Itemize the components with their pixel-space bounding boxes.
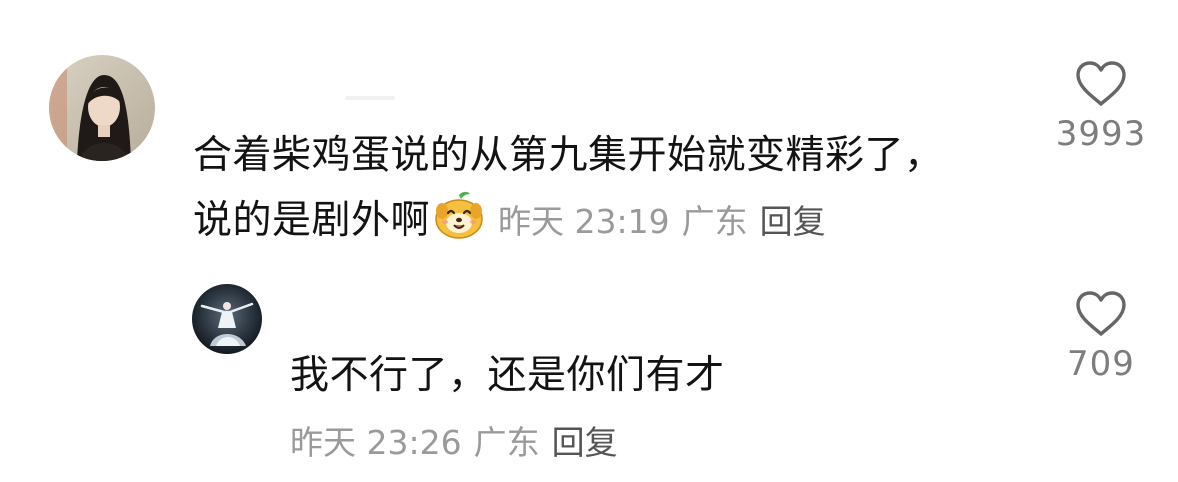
avatar-image [192, 284, 262, 354]
reply-button[interactable]: 回复 [760, 202, 826, 241]
comment-time: 昨天 23:26 [290, 423, 462, 462]
like-button[interactable]: 3993 [1041, 60, 1161, 154]
comment-meta: 昨天 23:26 广东 回复 [290, 418, 618, 468]
comment-text-line-with-meta: 说的是剧外啊 昨天 23:19 广东 回复 [193, 188, 1023, 254]
avatar-image [49, 55, 155, 161]
comment-text-line: 说的是剧外啊 [193, 198, 431, 243]
like-count: 709 [1067, 344, 1135, 384]
user-avatar[interactable] [192, 284, 262, 354]
comment-time: 昨天 23:19 [498, 202, 670, 241]
heart-icon [1076, 61, 1126, 106]
comment-text-line: 合着柴鸡蛋说的从第九集开始就变精彩了， [193, 133, 944, 178]
like-button[interactable]: 709 [1041, 290, 1161, 384]
like-count: 3993 [1055, 114, 1147, 154]
heart-icon [1076, 291, 1126, 336]
smiling-dog-emoji-icon [432, 189, 486, 243]
comment-meta: 昨天 23:19 广东 回复 [498, 202, 826, 241]
reply-text[interactable]: 我不行了，还是你们有才 [290, 347, 725, 405]
faint-mark [345, 96, 395, 100]
comment-text[interactable]: 合着柴鸡蛋说的从第九集开始就变精彩了， 说的是剧外啊 昨天 23:19 广东 回复 [193, 123, 1023, 254]
reply-button[interactable]: 回复 [552, 423, 618, 462]
comment-location: 广东 [681, 202, 748, 241]
comment-location: 广东 [473, 423, 540, 462]
user-avatar[interactable] [49, 55, 155, 161]
